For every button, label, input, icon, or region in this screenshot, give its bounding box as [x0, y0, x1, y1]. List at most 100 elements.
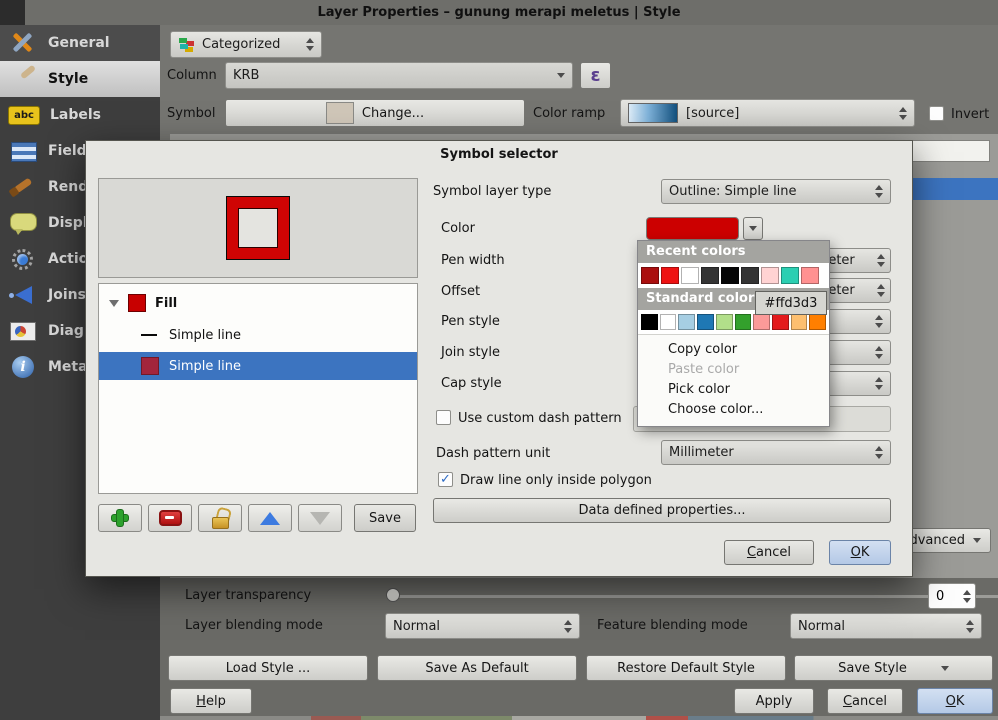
- lock-layer-button[interactable]: [198, 504, 242, 532]
- transparency-slider[interactable]: [390, 595, 998, 598]
- line-icon: [141, 334, 157, 336]
- save-style-button[interactable]: Save Style: [794, 655, 993, 681]
- spinner-arrows-icon: [869, 315, 883, 328]
- color-swatch[interactable]: [761, 267, 779, 284]
- menu-item-copy-color[interactable]: Copy color: [638, 339, 829, 359]
- color-swatch[interactable]: [753, 314, 770, 330]
- color-swatch[interactable]: [801, 267, 819, 284]
- renderer-select[interactable]: Categorized: [170, 31, 322, 58]
- menu-item-choose-color[interactable]: Choose color...: [638, 399, 829, 419]
- sidebar-item-label: Style: [48, 71, 88, 87]
- invert-checkbox[interactable]: [929, 106, 944, 121]
- layer-blending-select[interactable]: Normal: [385, 613, 580, 639]
- transparency-label: Layer transparency: [185, 588, 311, 603]
- renderer-value: Categorized: [202, 37, 280, 52]
- bottom-panel: Layer transparency 0 Layer blending mode…: [160, 578, 998, 720]
- sidebar-item-labels[interactable]: Labels: [0, 97, 160, 133]
- spinner-arrows-icon: [558, 620, 572, 633]
- color-ramp-label: Color ramp: [533, 106, 605, 121]
- spinner-arrows-icon: [957, 590, 975, 603]
- color-swatch[interactable]: [781, 267, 799, 284]
- fill-swatch: [128, 294, 146, 312]
- color-swatch[interactable]: [641, 314, 658, 330]
- symbol-layer-tree: Fill Simple line Simple line: [98, 283, 418, 494]
- move-down-button[interactable]: [298, 504, 342, 532]
- chevron-down-icon: [749, 226, 757, 231]
- save-as-default-button[interactable]: Save As Default: [377, 655, 577, 681]
- pie-chart-icon: [8, 318, 38, 344]
- apply-button[interactable]: Apply: [734, 688, 814, 714]
- speech-bubble-icon: [8, 210, 38, 236]
- menu-item-pick-color[interactable]: Pick color: [638, 379, 829, 399]
- cancel-button[interactable]: Cancel: [827, 688, 903, 714]
- change-symbol-button[interactable]: Change...: [225, 99, 525, 127]
- slider-handle[interactable]: [386, 588, 400, 602]
- menu-item-paste-color: Paste color: [638, 359, 829, 379]
- join-arrow-icon: [8, 282, 38, 308]
- feature-blending-label: Feature blending mode: [597, 618, 748, 633]
- color-swatch[interactable]: [735, 314, 752, 330]
- color-dropdown-menu: Recent colors Standard colors Copy color…: [637, 240, 830, 427]
- spinner-arrows-icon: [869, 346, 883, 359]
- data-defined-properties-button[interactable]: Data defined properties...: [433, 498, 891, 523]
- color-swatch[interactable]: [697, 314, 714, 330]
- symbol-preview-square: [226, 196, 290, 260]
- spinner-arrows-icon: [871, 284, 885, 297]
- tree-row-simple-line-1[interactable]: Simple line: [99, 322, 417, 348]
- help-button[interactable]: Help: [170, 688, 252, 714]
- background-map-sliver: [160, 716, 998, 720]
- expression-button[interactable]: ε: [580, 62, 611, 89]
- use-custom-dash-checkbox[interactable]: [436, 410, 451, 425]
- color-swatch[interactable]: [681, 267, 699, 284]
- dash-pattern-unit-select[interactable]: Millimeter: [661, 440, 891, 465]
- use-custom-dash-label: Use custom dash pattern: [458, 411, 622, 426]
- color-dropdown-button[interactable]: [743, 217, 763, 240]
- color-swatch[interactable]: [772, 314, 789, 330]
- table-icon: [8, 138, 38, 164]
- info-icon: [12, 356, 34, 378]
- tree-row-fill[interactable]: Fill: [99, 290, 417, 316]
- column-value: KRB: [233, 68, 259, 83]
- dialog-cancel-button[interactable]: Cancel: [724, 540, 814, 565]
- tree-row-simple-line-2[interactable]: Simple line: [99, 352, 417, 380]
- feature-blending-select[interactable]: Normal: [790, 613, 982, 639]
- categorized-icon: [178, 36, 196, 54]
- column-select[interactable]: KRB: [225, 62, 573, 89]
- line-swatch: [141, 357, 159, 375]
- color-swatch[interactable]: [791, 314, 808, 330]
- chevron-down-icon: [941, 666, 949, 671]
- symbol-layer-type-select[interactable]: Outline: Simple line: [661, 179, 891, 204]
- move-up-button[interactable]: [248, 504, 292, 532]
- remove-layer-button[interactable]: [148, 504, 192, 532]
- color-button[interactable]: [646, 217, 739, 240]
- color-swatch[interactable]: [701, 267, 719, 284]
- layer-blending-label: Layer blending mode: [185, 618, 323, 633]
- recent-colors-row: [638, 263, 829, 288]
- color-swatch[interactable]: [661, 267, 679, 284]
- color-tooltip: #ffd3d3: [755, 291, 827, 315]
- restore-default-style-button[interactable]: Restore Default Style: [586, 655, 786, 681]
- sidebar-item-general[interactable]: General: [0, 25, 160, 61]
- save-symbol-button[interactable]: Save: [354, 504, 416, 532]
- sidebar-item-style[interactable]: Style: [0, 61, 160, 97]
- add-layer-button[interactable]: [98, 504, 142, 532]
- title-bar-corner: [0, 0, 25, 25]
- color-swatch[interactable]: [660, 314, 677, 330]
- recent-colors-header: Recent colors: [638, 241, 829, 263]
- draw-inside-checkbox[interactable]: ✓: [438, 472, 453, 487]
- ok-button[interactable]: OK: [917, 688, 993, 714]
- color-swatch[interactable]: [809, 314, 826, 330]
- chevron-down-icon: [557, 73, 565, 78]
- color-ramp-select[interactable]: [source]: [620, 99, 915, 127]
- sidebar-item-label: Joins: [48, 287, 86, 303]
- dialog-ok-button[interactable]: OK: [829, 540, 891, 565]
- color-swatch[interactable]: [716, 314, 733, 330]
- color-swatch[interactable]: [741, 267, 759, 284]
- transparency-spinbox[interactable]: 0: [928, 583, 976, 609]
- column-label: Column: [167, 68, 217, 83]
- color-swatch[interactable]: [641, 267, 659, 284]
- expander-icon[interactable]: [109, 300, 119, 307]
- color-swatch[interactable]: [678, 314, 695, 330]
- load-style-button[interactable]: Load Style ...: [168, 655, 368, 681]
- color-swatch[interactable]: [721, 267, 739, 284]
